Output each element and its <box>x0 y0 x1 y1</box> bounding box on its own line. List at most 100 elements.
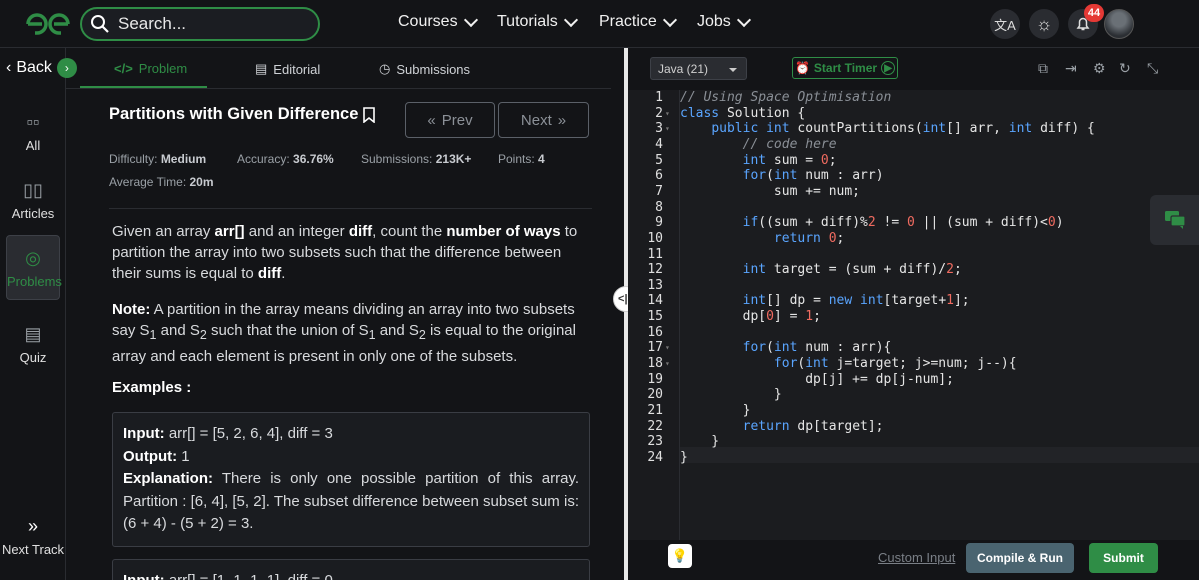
nav-practice[interactable]: Practice <box>599 12 677 31</box>
nav-tutorials-label: Tutorials <box>497 13 558 30</box>
difficulty: Difficulty: Medium <box>109 152 206 166</box>
tab-submissions-label: Submissions <box>396 61 471 77</box>
code-line: } <box>680 449 688 465</box>
line-number: 16 <box>647 324 663 340</box>
line-number: 11 <box>647 246 663 262</box>
code-line: for(int num : arr){ <box>742 340 892 356</box>
line-number: 17 <box>647 340 663 356</box>
difficulty-label: Difficulty: <box>109 152 158 166</box>
copy-icon[interactable]: ⧉ <box>1038 60 1048 77</box>
points-label: Points: <box>498 152 535 166</box>
fullscreen-icon[interactable]: ⤡ <box>1147 60 1158 77</box>
line-number: 22 <box>647 418 663 434</box>
nav-jobs-label: Jobs <box>697 13 731 30</box>
line-number: 19 <box>647 371 663 387</box>
next-button[interactable]: Next » <box>498 102 589 138</box>
search-icon <box>91 15 109 33</box>
fold-toggle-icon[interactable]: ▾ <box>665 343 670 352</box>
nav-jobs[interactable]: Jobs <box>697 12 751 31</box>
avatar[interactable] <box>1104 9 1134 39</box>
next-label: Next <box>520 111 552 129</box>
gfg-logo[interactable] <box>24 10 72 38</box>
submissions-label: Submissions: <box>361 152 433 166</box>
prev-button[interactable]: « Prev <box>405 102 495 138</box>
example-2: Input: arr[] = [1, 1, 1, 1], diff = 0 <box>112 559 590 580</box>
sidebar-item-articles[interactable]: ▯▯ Articles <box>6 180 60 221</box>
left-sidebar: ‹ Back › ▫▫ All ▯▯ Articles ◎ Problems ▤… <box>0 48 77 580</box>
prev-label: Prev <box>441 111 473 129</box>
chevron-down-icon <box>563 12 578 27</box>
editor-toolbar: Java (21) ⏰ Start Timer ▶ ⧉ ⇥ ⚙ ↻ ⤡ <box>628 48 1199 90</box>
nav-courses[interactable]: Courses <box>398 12 478 31</box>
next-track-label: Next Track <box>1 542 65 557</box>
page-title-row: Partitions with Given Difference <box>109 105 376 124</box>
line-number: 8 <box>655 199 663 215</box>
next-track-button[interactable]: » Next Track <box>0 516 66 557</box>
examples-heading: Examples : <box>112 379 192 396</box>
code-line: return 0; <box>773 230 845 246</box>
tab-editorial[interactable]: ▤ Editorial <box>255 61 320 77</box>
search-box[interactable] <box>80 7 320 41</box>
code-line: int target = (sum + diff)/2; <box>742 262 962 278</box>
sun-icon: ☼ <box>1035 13 1053 34</box>
settings-icon[interactable]: ⚙ <box>1093 60 1106 77</box>
language-select[interactable]: Java (21) <box>650 57 747 80</box>
chevron-down-icon <box>662 12 677 27</box>
code-line: int sum = 0; <box>742 152 837 168</box>
grid-icon: ▫▫ <box>26 112 40 132</box>
code-line: return dp[target]; <box>742 418 884 434</box>
nav-tutorials[interactable]: Tutorials <box>497 12 578 31</box>
hint-button[interactable]: 💡 <box>668 544 692 568</box>
editor-footer: 💡 Custom Input Compile & Run Submit <box>628 540 1199 580</box>
bookmark-icon[interactable] <box>362 106 376 123</box>
code-line: // code here <box>742 136 837 152</box>
line-number: 24 <box>647 449 663 465</box>
theme-toggle-button[interactable]: ☼ <box>1029 9 1059 39</box>
code-editor[interactable]: 1 2 ▾ 3 ▾ 4 5 6 7 8 9 10 11 12 13 14 15 16 17 ▾ 18 ▾ 19 20 21 22 2… <box>628 90 1199 540</box>
play-icon: ▶ <box>881 61 896 75</box>
difficulty-value: Medium <box>160 152 207 166</box>
submit-button[interactable]: Submit <box>1089 543 1158 573</box>
example-1: Input: arr[] = [5, 2, 6, 4], diff = 3 Ou… <box>112 412 590 547</box>
problem-tabs: </> Problem ▤ Editorial ◷ Submissions <box>80 48 610 88</box>
translate-button[interactable]: 文A <box>990 9 1020 39</box>
code-icon: ◎ <box>25 248 41 268</box>
line-number: 12 <box>647 262 663 278</box>
export-icon[interactable]: ⇥ <box>1065 60 1077 77</box>
sidebar-item-quiz[interactable]: ▤ Quiz <box>6 324 60 365</box>
start-timer-button[interactable]: ⏰ Start Timer ▶ <box>792 57 898 79</box>
divider <box>109 208 592 209</box>
tab-problem[interactable]: </> Problem <box>114 61 187 76</box>
sidebar-item-problems[interactable]: ◎ Problems <box>6 235 62 300</box>
tab-submissions[interactable]: ◷ Submissions <box>379 61 470 77</box>
chat-button[interactable] <box>1150 195 1199 245</box>
compile-run-label: Compile & Run <box>977 551 1063 565</box>
nav-courses-label: Courses <box>398 13 458 30</box>
back-button[interactable]: ‹ Back › <box>6 58 77 78</box>
custom-input-link[interactable]: Custom Input <box>878 550 955 565</box>
book-icon: ▯▯ <box>23 180 43 200</box>
sidebar-item-all[interactable]: ▫▫ All <box>6 112 60 153</box>
compile-run-button[interactable]: Compile & Run <box>966 543 1074 573</box>
code-line: dp[0] = 1; <box>680 309 821 325</box>
search-input[interactable] <box>118 14 308 34</box>
line-number: 14 <box>647 293 663 309</box>
tab-editorial-label: Editorial <box>273 61 321 77</box>
code-line: } <box>680 387 782 403</box>
fold-toggle-icon[interactable]: ▾ <box>665 109 670 118</box>
sidebar-item-label: Problems <box>7 274 62 289</box>
fold-toggle-icon[interactable]: ▾ <box>665 124 670 133</box>
top-navbar: Courses Tutorials Practice Jobs 文A ☼ 44 <box>0 0 1199 48</box>
line-number: 10 <box>647 230 663 246</box>
submit-label: Submit <box>1103 551 1144 565</box>
fold-toggle-icon[interactable]: ▾ <box>665 359 670 368</box>
avg-time-value: 20m <box>189 175 214 189</box>
sidebar-item-label: Quiz <box>19 350 47 365</box>
reset-icon[interactable]: ↻ <box>1119 60 1131 77</box>
sidebar-item-label: Articles <box>11 206 55 221</box>
avg-time-label: Average Time: <box>109 175 187 189</box>
expand-sidebar-button[interactable]: › <box>56 58 77 78</box>
code-area[interactable]: // Using Space Optimisation class Solutio… <box>679 90 1199 540</box>
line-number: 15 <box>647 309 663 325</box>
line-number: 13 <box>647 277 663 293</box>
